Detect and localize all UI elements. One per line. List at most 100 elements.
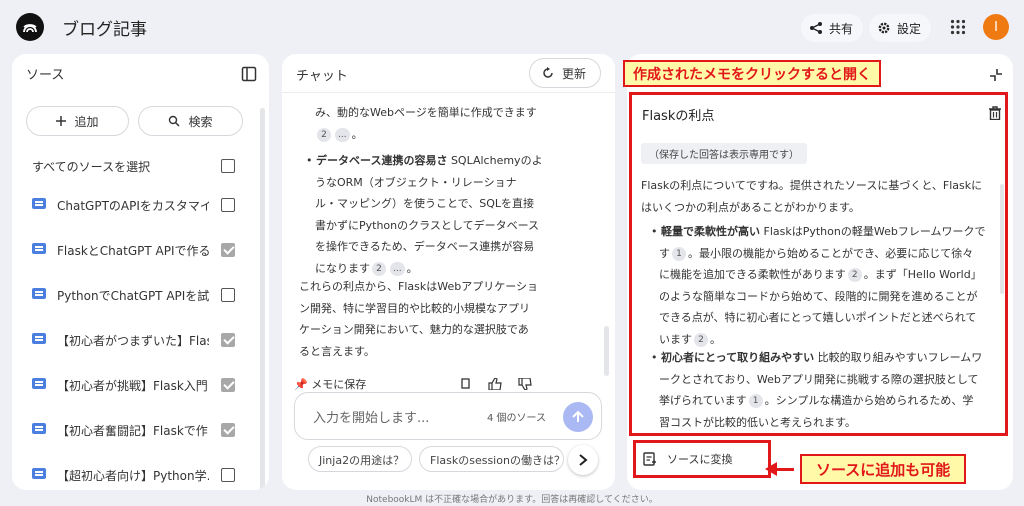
top-bar: ブログ記事 共有 設定 I: [0, 0, 1024, 54]
note-line: 比較的取り組みやすいフレームワ: [814, 351, 983, 364]
select-all-checkbox[interactable]: [221, 159, 235, 173]
bottom-annotation: ソースに追加も可能: [800, 454, 967, 484]
add-source-button[interactable]: 追加: [26, 106, 129, 136]
chat-message-top: み、動的なWebページを簡単に作成できます 2...。: [315, 102, 537, 145]
source-checkbox[interactable]: [221, 423, 235, 437]
share-button[interactable]: 共有: [801, 14, 864, 42]
collapse-icon[interactable]: [989, 68, 1003, 82]
refresh-button[interactable]: 更新: [528, 58, 601, 88]
copy-icon[interactable]: [460, 378, 472, 390]
notebooklm-logo-icon[interactable]: [16, 13, 44, 41]
note-line: 習コストが比較的低いと考えられます。: [659, 415, 856, 429]
note-line: 。まず「Hello World」: [863, 268, 982, 281]
source-item[interactable]: FlaskとChatGPT APIで作る...: [12, 235, 252, 265]
plus-icon: [56, 116, 67, 126]
settings-button[interactable]: 設定: [869, 14, 932, 42]
note-bullet-2: • 初心者にとって取り組みやすい 比較的取り組みやすいフレームワ ークとされてお…: [651, 347, 982, 433]
source-checkbox[interactable]: [221, 198, 235, 212]
citation-more-chip[interactable]: ...: [390, 261, 405, 276]
sources-title: ソース: [26, 68, 65, 83]
document-icon: [32, 378, 46, 389]
next-suggestions-button[interactable]: [568, 445, 598, 475]
chat-line: 書かずにPythonのクラスとしてデータベース: [315, 218, 540, 232]
citation-chip[interactable]: 2: [847, 268, 862, 282]
thumbs-down-icon[interactable]: [518, 378, 532, 390]
note-line: のような簡単なコードから始めて、段階的に開発を進めることが: [659, 289, 978, 303]
share-icon: [810, 22, 822, 34]
source-item[interactable]: 【超初心者向け】Python学...: [12, 460, 252, 490]
source-item[interactable]: 【初心者が挑戦】Flask入門...: [12, 370, 252, 400]
note-panel: Flaskの利点 （保存した回答は表示専用です） Flaskの利点についてですね…: [627, 54, 1013, 490]
source-checkbox[interactable]: [221, 288, 235, 302]
source-item[interactable]: 【初心者がつまずいた】Flas...: [12, 325, 252, 355]
chat-line: ン開発、特に学習目的や比較的小規模なアプリ: [299, 301, 530, 315]
refresh-label: 更新: [561, 66, 586, 81]
source-checkbox[interactable]: [221, 378, 235, 392]
trash-icon[interactable]: [989, 106, 1001, 120]
citation-chip[interactable]: 1: [672, 246, 686, 261]
convert-doc-icon: [643, 452, 656, 466]
chat-line: になります: [315, 261, 370, 275]
note-intro: Flaskの利点についてですね。提供されたソースに基づくと、Flaskに はいく…: [641, 175, 982, 218]
send-button[interactable]: [563, 402, 593, 432]
sources-scrollbar[interactable]: [260, 108, 265, 490]
citation-more-chip[interactable]: ...: [335, 127, 350, 142]
source-checkbox[interactable]: [221, 468, 235, 482]
bullet-title: データベース連携の容易さ: [316, 154, 448, 167]
save-note-button[interactable]: 📌 メモに保存: [294, 376, 366, 392]
chat-input-placeholder: 入力を開始します...: [313, 411, 430, 426]
avatar[interactable]: I: [983, 14, 1009, 40]
readonly-badge: （保存した回答は表示専用です）: [641, 143, 807, 164]
chat-panel: チャット 更新 み、動的なWebページを簡単に作成できます 2...。 • デー…: [282, 54, 615, 490]
citation-chip[interactable]: 2: [694, 332, 708, 347]
note-bullet-1: • 軽量で柔軟性が高い FlaskはPythonの軽量Webフレームワークで す…: [651, 221, 986, 350]
document-icon: [32, 423, 46, 434]
panel-layout-icon[interactable]: [241, 66, 257, 82]
search-source-button[interactable]: 検索: [138, 106, 243, 136]
note-line: 。最小限の機能から始めることができ、必要に応じて徐々: [688, 246, 974, 260]
bullet-dot: •: [651, 225, 661, 238]
source-item[interactable]: 【初心者奮闘記】Flaskで作...: [12, 415, 252, 445]
chat-header-divider: [282, 92, 615, 93]
suggestion-chip[interactable]: Flaskのsessionの働きは？: [419, 446, 564, 472]
document-icon: [32, 468, 46, 479]
convert-to-source-button[interactable]: ソースに変換: [643, 451, 732, 467]
chat-line: ケーション開発において、魅力的な選択肢であ: [299, 323, 529, 336]
source-item[interactable]: PythonでChatGPT APIを試...: [12, 280, 252, 310]
pin-icon: 📌: [294, 378, 312, 391]
source-item-label: ChatGPTのAPIをカスタマイ...: [57, 199, 209, 213]
source-checkbox[interactable]: [221, 243, 235, 257]
note-line: はいくつかの利点があることがわかります。: [641, 200, 860, 214]
document-icon: [32, 243, 46, 254]
note-scrollbar[interactable]: [1000, 184, 1004, 294]
chat-line: ると言えます。: [299, 344, 375, 358]
chat-line: 。: [406, 261, 418, 275]
thumbs-up-icon[interactable]: [488, 378, 502, 390]
notebook-title[interactable]: ブログ記事: [62, 15, 147, 40]
sources-panel: ソース 追加 検索 すべてのソースを選択 ChatGPTのAPIをカスタマイ..…: [12, 54, 269, 490]
citation-chip[interactable]: 2: [372, 261, 386, 276]
note-line: に機能を追加できる柔軟性があります: [659, 268, 846, 281]
note-line: できる点が、特に初心者にとって嬉しいポイントだと述べられて: [659, 311, 977, 324]
convert-label: ソースに変換: [667, 453, 733, 466]
settings-label: 設定: [897, 21, 922, 36]
chat-input[interactable]: 入力を開始します... 4 個のソース: [294, 392, 602, 440]
source-checkbox[interactable]: [221, 333, 235, 347]
apps-grid-icon[interactable]: [950, 19, 966, 35]
source-item-label: 【超初心者向け】Python学...: [57, 469, 209, 483]
bullet-dot: •: [651, 351, 661, 364]
citation-chip[interactable]: 1: [748, 394, 763, 408]
chat-bullet: • データベース連携の容易さ SQLAlchemyのよ うなORM（オブジェクト…: [306, 150, 543, 279]
source-item-label: 【初心者奮闘記】Flaskで作...: [57, 424, 209, 438]
chat-line: を操作できるため、データベース連携が容易: [315, 240, 535, 253]
note-line: Flaskの利点についてですね。提供されたソースに基づくと、Flaskに: [641, 179, 983, 192]
chat-scrollbar[interactable]: [604, 326, 609, 376]
document-icon: [32, 288, 46, 299]
note-line: 挙げられています: [659, 394, 747, 407]
citation-chip[interactable]: 2: [317, 127, 331, 142]
chat-line: ル・マッピング）を使うことで、SQLを直接: [315, 197, 534, 210]
gear-icon: [878, 22, 890, 34]
chat-bullet-body: うなORM（オブジェクト・リレーショナ ル・マッピング）を使うことで、SQLを直…: [306, 172, 543, 280]
source-item[interactable]: ChatGPTのAPIをカスタマイ...: [12, 190, 252, 220]
suggestion-chip[interactable]: Jinja2の用途は？: [308, 446, 412, 472]
